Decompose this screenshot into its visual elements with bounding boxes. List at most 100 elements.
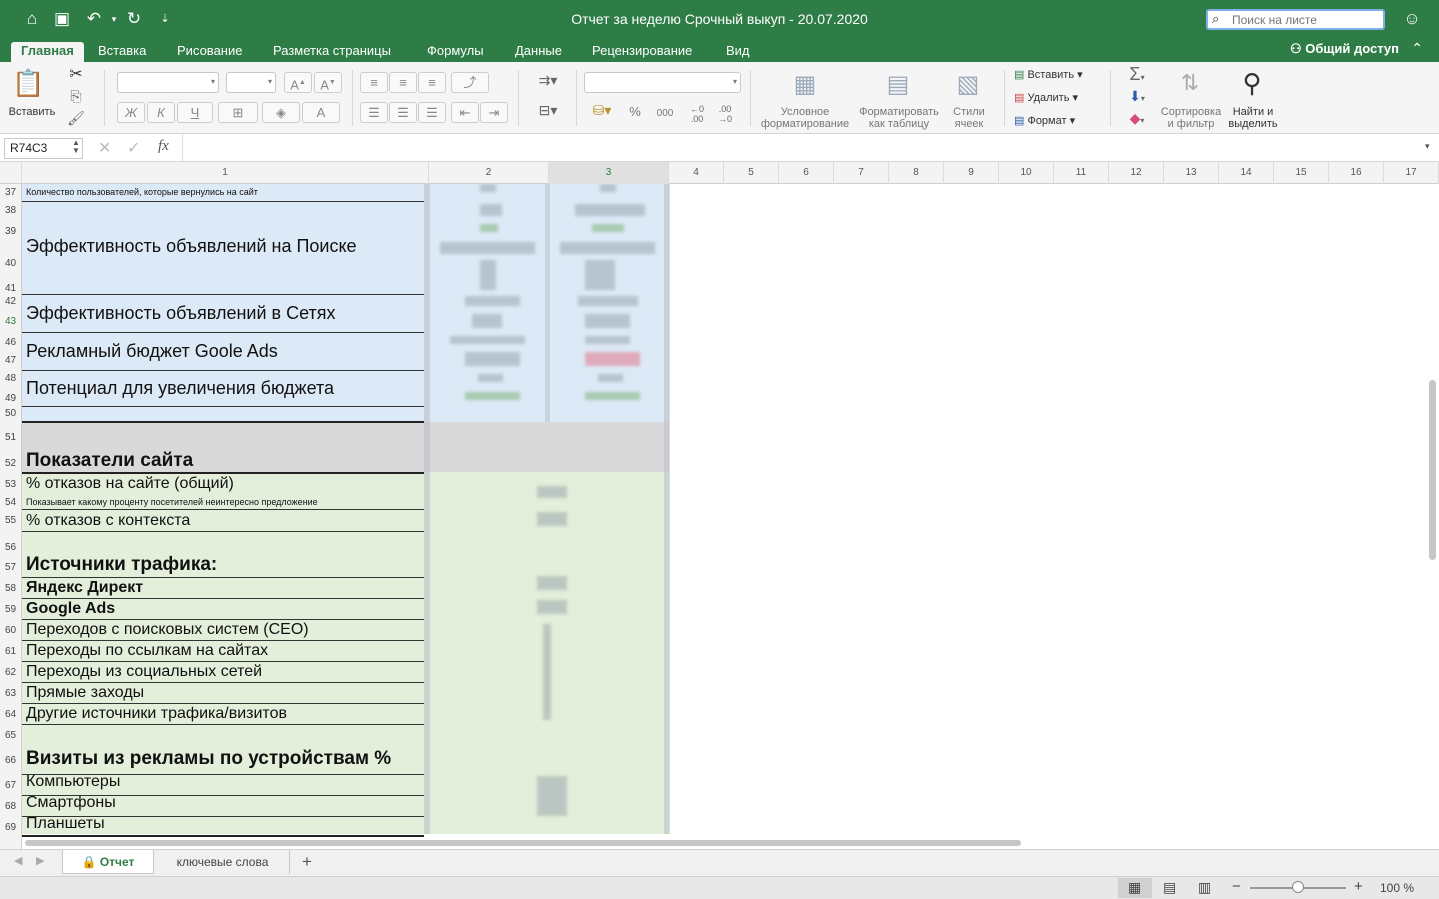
align-top-icon[interactable]: ≡ (360, 72, 388, 93)
cell-network-ads-efficiency[interactable]: Эффективность объявлений в Сетях (22, 303, 424, 324)
add-sheet-icon[interactable]: + (302, 852, 312, 872)
tab-formulas[interactable]: Формулы (417, 42, 494, 62)
column-header[interactable]: 11 (1054, 162, 1109, 184)
column-header[interactable]: 9 (944, 162, 999, 184)
cell-google-ads[interactable]: Google Ads (22, 600, 424, 618)
row-header[interactable]: 52 (0, 454, 22, 474)
sort-filter-icon[interactable]: ⇅ (1168, 70, 1212, 96)
row-header[interactable]: 50 (0, 406, 22, 422)
column-header[interactable]: 4 (669, 162, 724, 184)
tab-home[interactable]: Главная (11, 42, 84, 62)
increase-font-icon[interactable]: A▲ (284, 72, 312, 93)
cell-styles-icon[interactable]: ▧ (948, 70, 988, 99)
row-header[interactable]: 48 (0, 370, 22, 388)
row-header[interactable]: 55 (0, 510, 22, 532)
cell-budget-potential[interactable]: Потенциал для увеличения бюджета (22, 378, 424, 399)
cell-returning-users[interactable]: Количество пользователей, которые вернул… (22, 187, 424, 197)
cell-bounce-context[interactable]: % отказов с контекста (22, 512, 424, 530)
sheet-search[interactable]: ⌕ (1206, 9, 1385, 30)
cell-styles-button[interactable]: Стили ячеек (946, 106, 992, 130)
sheet-tab-keywords[interactable]: ключевые слова (156, 850, 290, 874)
column-header[interactable]: 1 (22, 162, 429, 184)
row-header[interactable]: 60 (0, 620, 22, 641)
cut-icon[interactable]: ✂ (66, 64, 86, 84)
tab-draw[interactable]: Рисование (167, 42, 252, 62)
row-header[interactable]: 41 (0, 284, 22, 294)
cell-referrals[interactable]: Переходы по ссылкам на сайтах (22, 642, 424, 660)
currency-icon[interactable]: ⛁▾ (584, 102, 620, 119)
feedback-smiley-icon[interactable]: ☺ (1402, 9, 1422, 29)
prev-sheet-icon[interactable]: ◀ (14, 854, 22, 867)
select-all-corner[interactable] (0, 162, 22, 184)
tab-page-layout[interactable]: Разметка страницы (263, 42, 401, 62)
column-header[interactable]: 12 (1109, 162, 1164, 184)
row-header[interactable]: 68 (0, 796, 22, 817)
autosum-icon[interactable]: Σ▾ (1120, 64, 1154, 85)
decrease-indent-icon[interactable]: ⇤ (451, 102, 479, 123)
row-header[interactable]: 69 (0, 817, 22, 838)
column-header[interactable]: 5 (724, 162, 779, 184)
underline-button[interactable]: Ч (177, 102, 213, 123)
merge-cells-icon[interactable]: ⊟▾ (528, 102, 568, 119)
fill-color-icon[interactable]: ◈ (262, 102, 300, 123)
expand-formula-icon[interactable]: ▾ (1425, 141, 1430, 152)
zoom-out-icon[interactable]: − (1232, 878, 1241, 895)
column-header[interactable]: 7 (834, 162, 889, 184)
cell-other-sources[interactable]: Другие источники трафика/визитов (22, 705, 424, 723)
number-format-select[interactable]: ▾ (584, 72, 741, 93)
cell-bounce-note[interactable]: Показывает какому проценту посетителей н… (22, 497, 424, 507)
column-header[interactable]: 3 (549, 162, 669, 184)
cell-seo[interactable]: Переходов с поисковых систем (СЕО) (22, 621, 424, 639)
page-break-view-icon[interactable]: ▥ (1198, 879, 1211, 896)
fill-icon[interactable]: ⬇▾ (1120, 88, 1154, 105)
name-box-stepper-icon[interactable]: ▲ ▼ (72, 139, 80, 155)
row-header[interactable]: 46 (0, 334, 22, 352)
align-left-icon[interactable]: ☰ (360, 102, 388, 123)
cell-devices[interactable]: Визиты из рекламы по устройствам % (22, 748, 424, 770)
row-header[interactable]: 37 (0, 184, 22, 202)
tab-review[interactable]: Рецензирование (582, 42, 702, 62)
column-header[interactable]: 16 (1329, 162, 1384, 184)
row-header[interactable]: 54 (0, 496, 22, 510)
format-as-table-button[interactable]: Форматировать как таблицу (854, 106, 944, 130)
italic-button[interactable]: К (147, 102, 175, 123)
font-family-select[interactable]: ▾ (117, 72, 219, 93)
clear-icon[interactable]: ◆▾ (1120, 110, 1154, 127)
align-middle-icon[interactable]: ≡ (389, 72, 417, 93)
bold-button[interactable]: Ж (117, 102, 145, 123)
format-cells-button[interactable]: ▤ Формат ▾ (1014, 115, 1104, 127)
increase-indent-icon[interactable]: ⇥ (480, 102, 508, 123)
row-header[interactable]: 67 (0, 775, 22, 796)
tab-insert[interactable]: Вставка (88, 42, 156, 62)
cell-desktop[interactable]: Компьютеры (22, 773, 424, 791)
cell-smartphones[interactable]: Смартфоны (22, 794, 424, 812)
search-input[interactable] (1232, 11, 1382, 29)
find-select-button[interactable]: Найти и выделить (1226, 106, 1280, 130)
insert-cells-button[interactable]: ▤ Вставить ▾ (1014, 69, 1104, 81)
cell-search-ads-efficiency[interactable]: Эффективность объявлений на Поиске (22, 236, 424, 257)
cell-tablets[interactable]: Планшеты (22, 815, 424, 833)
cancel-icon[interactable]: ✕ (98, 138, 111, 158)
zoom-in-icon[interactable]: + (1354, 878, 1363, 895)
zoom-slider-handle[interactable] (1292, 881, 1304, 893)
text-orientation-icon[interactable]: ⤴ (451, 72, 489, 93)
cell-yandex-direct[interactable]: Яндекс Директ (22, 579, 424, 597)
paste-icon[interactable]: 📋 (12, 68, 44, 99)
column-header[interactable]: 13 (1164, 162, 1219, 184)
zoom-level[interactable]: 100 % (1380, 881, 1414, 895)
row-header[interactable]: 58 (0, 578, 22, 599)
column-header[interactable]: 10 (999, 162, 1054, 184)
percent-button[interactable]: % (624, 105, 646, 118)
cell-traffic-sources[interactable]: Источники трафика: (22, 554, 424, 576)
column-header[interactable]: 17 (1384, 162, 1439, 184)
thousands-button[interactable]: 000 (652, 108, 678, 120)
worksheet-grid[interactable]: 37 38 39 40 41 42 43 46 47 48 49 50 51 5… (0, 184, 1439, 849)
row-header[interactable]: 42 (0, 294, 22, 310)
conditional-format-button[interactable]: Условное форматирование (758, 106, 852, 130)
row-header[interactable]: 51 (0, 422, 22, 454)
row-header[interactable]: 43 (0, 310, 22, 334)
row-header[interactable]: 63 (0, 683, 22, 704)
row-header[interactable]: 56 (0, 532, 22, 558)
tab-view[interactable]: Вид (716, 42, 760, 62)
row-header[interactable]: 66 (0, 747, 22, 775)
